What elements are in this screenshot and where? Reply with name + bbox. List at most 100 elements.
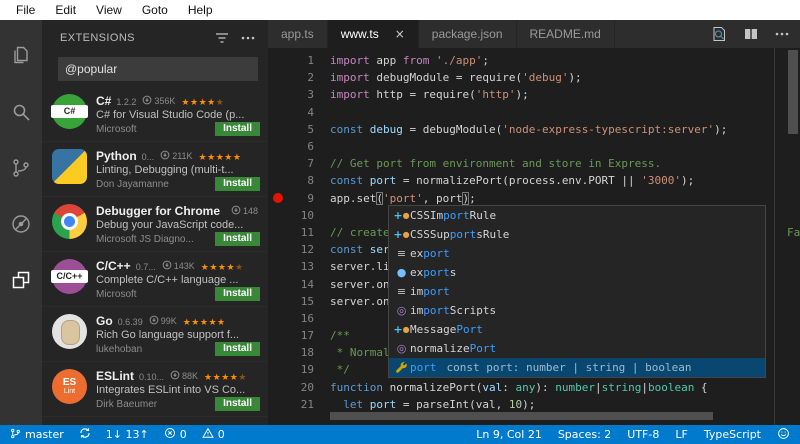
status-item-ln-9-col-21[interactable]: Ln 9, Col 21 xyxy=(476,428,542,441)
extension-version: 1.2.2 xyxy=(116,97,136,107)
activity-item-search[interactable] xyxy=(0,86,42,142)
menu-item-view[interactable]: View xyxy=(86,0,132,20)
activity-item-explorer[interactable] xyxy=(0,30,42,86)
tab-package.json[interactable]: package.json xyxy=(419,20,517,48)
activity-item-extensions[interactable] xyxy=(0,254,42,310)
more-actions-icon[interactable] xyxy=(240,30,256,46)
code-line[interactable]: 4 xyxy=(268,104,800,121)
suggestion-importScripts[interactable]: ◎importScripts xyxy=(389,301,765,320)
code-line[interactable]: 6 xyxy=(268,138,800,155)
extension-item-eslint[interactable]: ESLintESLint0.10...88K★★★★★Integrates ES… xyxy=(42,362,268,417)
install-button[interactable]: Install xyxy=(215,122,260,136)
install-button[interactable]: Install xyxy=(215,397,260,411)
line-number[interactable]: 10 xyxy=(268,209,314,222)
close-icon[interactable]: × xyxy=(395,27,405,41)
menu-item-file[interactable]: File xyxy=(6,0,45,20)
tab-README.md[interactable]: README.md xyxy=(517,20,615,48)
line-number[interactable]: 18 xyxy=(268,346,314,359)
status-item-0[interactable]: 0 xyxy=(164,427,187,442)
line-number[interactable]: 16 xyxy=(268,312,314,325)
tab-app.ts[interactable]: app.ts xyxy=(268,20,328,48)
tab-www.ts[interactable]: www.ts× xyxy=(328,20,419,48)
suggestion-CSSSupportsRule[interactable]: +●CSSSupportsRule xyxy=(389,225,765,244)
suggestion-MessagePort[interactable]: +●MessagePort xyxy=(389,320,765,339)
code-line[interactable]: 20function normalizePort(val: any): numb… xyxy=(268,379,800,396)
code-text: import http = require('http'); xyxy=(314,88,529,101)
activity-item-source-control[interactable] xyxy=(0,142,42,198)
line-number[interactable]: 13 xyxy=(268,260,314,273)
suggestion-export[interactable]: ≡export xyxy=(389,244,765,263)
editor-code-area[interactable]: 1import app from './app';2import debugMo… xyxy=(268,48,800,425)
menu-item-goto[interactable]: Goto xyxy=(132,0,178,20)
horizontal-scrollbar[interactable] xyxy=(330,412,713,420)
status-item-1-13-[interactable]: 1↓ 13↑ xyxy=(106,428,149,441)
line-number[interactable]: 15 xyxy=(268,295,314,308)
line-number[interactable]: 1 xyxy=(268,54,314,67)
activity-item-debug[interactable] xyxy=(0,198,42,254)
star-icon: ★ xyxy=(221,373,230,383)
open-preview-icon[interactable] xyxy=(710,25,728,43)
line-number[interactable]: 12 xyxy=(268,243,314,256)
star-icon: ★ xyxy=(216,153,225,163)
install-button[interactable]: Install xyxy=(215,342,260,356)
suggestion-port[interactable]: portconst port: number | string | boolea… xyxy=(389,358,765,377)
code-line[interactable]: 3import http = require('http'); xyxy=(268,86,800,103)
split-editor-icon[interactable] xyxy=(742,25,760,43)
status-item-utf-8[interactable]: UTF-8 xyxy=(627,428,659,441)
line-number[interactable]: 17 xyxy=(268,329,314,342)
line-number[interactable]: 20 xyxy=(268,381,314,394)
line-number[interactable]: 2 xyxy=(268,71,314,84)
line-number[interactable]: 8 xyxy=(268,174,314,187)
line-number[interactable]: 7 xyxy=(268,157,314,170)
status-item-sync[interactable] xyxy=(79,427,91,442)
line-number[interactable]: 3 xyxy=(268,88,314,101)
menu-item-edit[interactable]: Edit xyxy=(45,0,86,20)
suggestion-normalizePort[interactable]: ◎normalizePort xyxy=(389,339,765,358)
line-number[interactable]: 4 xyxy=(268,106,314,119)
filter-icon[interactable] xyxy=(214,30,230,46)
download-count: 356K xyxy=(154,96,175,106)
suggestion-CSSImportRule[interactable]: +●CSSImportRule xyxy=(389,206,765,225)
code-text: app.set('port', port); xyxy=(314,192,476,205)
extensions-search-input[interactable] xyxy=(58,57,258,81)
status-item-master[interactable]: master xyxy=(10,427,64,443)
activity-extensions-icon xyxy=(9,268,33,297)
status-text: 1↓ 13↑ xyxy=(106,428,149,441)
extension-item-csharp[interactable]: C#C#1.2.2356K★★★★★C# for Visual Studio C… xyxy=(42,87,268,142)
suggestion-label: export xyxy=(410,247,450,260)
install-button[interactable]: Install xyxy=(215,232,260,246)
extension-item-python[interactable]: Python0...211K★★★★★Linting, Debugging (m… xyxy=(42,142,268,197)
code-line[interactable]: 1import app from './app'; xyxy=(268,52,800,69)
code-line[interactable]: 21 let port = parseInt(val, 10); xyxy=(268,396,800,413)
class-icon: +● xyxy=(393,209,410,222)
code-line[interactable]: 7// Get port from environment and store … xyxy=(268,155,800,172)
line-number[interactable]: 14 xyxy=(268,278,314,291)
install-button[interactable]: Install xyxy=(215,177,260,191)
breakpoint-indicator[interactable] xyxy=(273,193,283,203)
status-item-0[interactable]: 0 xyxy=(202,427,225,442)
code-token: ); xyxy=(515,88,528,101)
status-item-spaces-2[interactable]: Spaces: 2 xyxy=(558,428,611,441)
line-number[interactable]: 6 xyxy=(268,140,314,153)
extension-name: C/C++ xyxy=(96,259,131,273)
code-line[interactable]: 8const port = normalizePort(process.env.… xyxy=(268,172,800,189)
status-item-lf[interactable]: LF xyxy=(675,428,687,441)
more-actions-icon[interactable] xyxy=(774,26,790,42)
suggestion-import[interactable]: ≡import xyxy=(389,282,765,301)
extension-item-go[interactable]: Go0.6.3999K★★★★★Rich Go language support… xyxy=(42,307,268,362)
line-number[interactable]: 21 xyxy=(268,398,314,411)
status-item-typescript[interactable]: TypeScript xyxy=(704,428,761,441)
code-token: ); xyxy=(681,174,694,187)
menu-item-help[interactable]: Help xyxy=(178,0,223,20)
extension-item-chrome[interactable]: Debugger for Chrome148Debug your JavaScr… xyxy=(42,197,268,252)
line-number[interactable]: 19 xyxy=(268,363,314,376)
install-button[interactable]: Install xyxy=(215,287,260,301)
line-number[interactable]: 11 xyxy=(268,226,314,239)
line-number[interactable]: 5 xyxy=(268,123,314,136)
suggestion-exports[interactable]: ●exports xyxy=(389,263,765,282)
code-line[interactable]: 2import debugModule = require('debug'); xyxy=(268,69,800,86)
status-item-smiley[interactable] xyxy=(777,427,790,443)
extension-item-cpp[interactable]: C/C++C/C++0.7...143K★★★★★Complete C/C++ … xyxy=(42,252,268,307)
code-line[interactable]: 5const debug = debugModule('node-express… xyxy=(268,121,800,138)
vertical-scrollbar[interactable] xyxy=(788,50,798,134)
